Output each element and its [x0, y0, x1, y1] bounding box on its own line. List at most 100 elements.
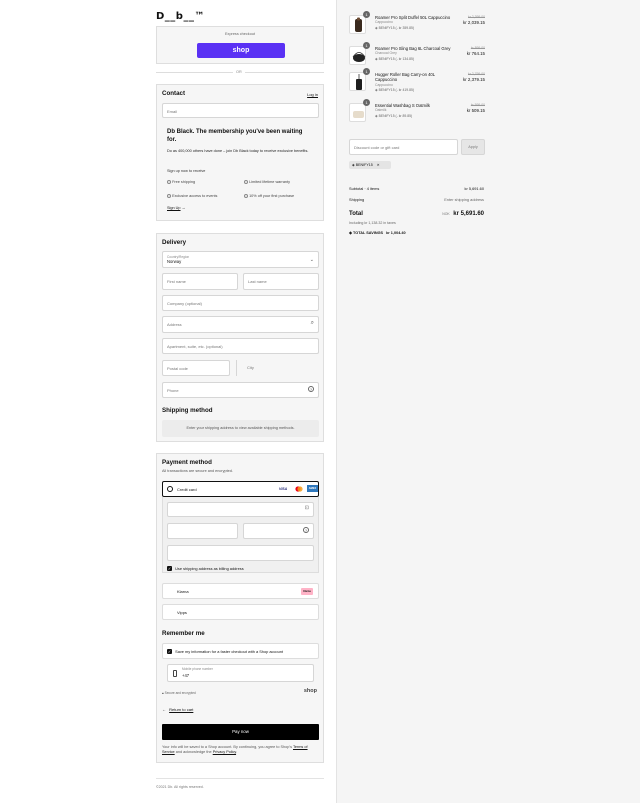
secure-label: Secure and encrypted — [164, 691, 196, 695]
shop-logo: shop — [303, 688, 317, 694]
quantity-badge: 1 — [363, 99, 370, 106]
vipps-label: Vipps — [177, 610, 187, 615]
arrow-right-icon: → — [181, 206, 186, 210]
phone-label: Mobile phone number — [182, 667, 213, 671]
phone-field[interactable]: Phone ? — [162, 382, 319, 398]
first-name-placeholder: First name — [167, 279, 186, 284]
product-name: Hugger Roller Bag Carry-on 40L Cappuccin… — [375, 72, 435, 83]
benefit-events: Exclusive access to events — [167, 194, 217, 198]
brand-logo[interactable]: D__b__™ — [156, 11, 205, 22]
credit-card-option[interactable]: Credit card VISA AMEX — [162, 481, 319, 497]
card-number-field[interactable]: ⊡ — [167, 502, 314, 517]
apartment-field[interactable]: Apartment, suite, etc. (optional) — [162, 338, 319, 354]
payment-subtitle: All transactions are secure and encrypte… — [162, 469, 233, 473]
first-name-field[interactable]: First name — [162, 273, 238, 290]
company-field[interactable]: Company (optional) — [162, 295, 319, 311]
help-icon[interactable]: ? — [303, 527, 309, 533]
product-discount: ◈ BENIFY15 (- kr 359.85) — [375, 26, 453, 31]
radio-selected-icon — [167, 486, 173, 492]
express-checkout: Express checkout shop — [156, 26, 324, 64]
city-field[interactable]: City — [236, 360, 319, 376]
contact-title: Contact — [162, 90, 186, 97]
total-label: Total — [349, 211, 363, 217]
return-to-cart-link[interactable]: ← Return to cart — [162, 707, 193, 712]
quantity-badge: 1 — [363, 68, 370, 75]
product-info: Roamer Pro Split Duffel 50L Cappuccino C… — [375, 15, 453, 31]
benefit-discount: 10% off your first purchase — [244, 194, 294, 198]
sale-price: kr 764.15 — [466, 51, 485, 56]
payment-title: Payment method — [162, 459, 212, 466]
last-name-field[interactable]: Last name — [243, 273, 319, 290]
postal-placeholder: Postal code — [167, 366, 188, 371]
vipps-option[interactable]: Vipps — [162, 604, 319, 620]
check-circle-icon — [244, 194, 248, 198]
sale-price: kr 2,379.15 — [463, 77, 485, 82]
billing-same-checkbox[interactable]: ✓ Use shipping address as billing addres… — [167, 566, 244, 572]
mobile-phone-field[interactable]: Mobile phone number +47 — [167, 664, 314, 682]
shipping-notice-text: Enter your shipping address to view avai… — [186, 426, 295, 430]
checkbox-checked-icon: ✓ — [167, 566, 172, 572]
apply-button[interactable]: Apply — [461, 139, 485, 155]
postal-code-field[interactable]: Postal code — [162, 360, 230, 376]
email-field[interactable]: Email — [162, 103, 319, 118]
klarna-label: Klarna — [177, 589, 189, 594]
help-icon[interactable]: ? — [308, 386, 314, 392]
discount-label: BENIFY15 (- kr 419.85) — [378, 88, 414, 93]
signup-link[interactable]: Sign Up → — [167, 206, 185, 210]
original-price: kr 599.00 — [470, 103, 485, 107]
membership-title: Db Black. The membership you've been wai… — [167, 129, 303, 143]
payment-section: Payment method All transactions are secu… — [156, 453, 324, 763]
terms-pre: Your info will be saved to a Shop accoun… — [162, 745, 292, 749]
address-field[interactable]: Address ⌕ — [162, 316, 319, 333]
klarna-option[interactable]: Klarna Klarna — [162, 583, 319, 599]
shop-pay-button[interactable]: shop — [197, 43, 285, 58]
pay-now-button[interactable]: Pay now — [162, 724, 319, 740]
shipping-method-title: Shipping method — [162, 407, 213, 414]
return-label: Return to cart — [169, 707, 194, 712]
taxes-note: Including kr 1,138.32 in taxes — [349, 221, 396, 225]
shipping-notice: Enter your shipping address to view avai… — [162, 420, 319, 437]
name-on-card-field[interactable] — [167, 545, 314, 561]
or-label: OR — [233, 70, 245, 74]
benefit-label: Free shipping — [172, 180, 196, 184]
shipping-value: Enter shipping address — [444, 197, 484, 202]
benefit-label: Exclusive access to events — [172, 194, 218, 198]
expiry-field[interactable] — [167, 523, 238, 539]
amex-icon: AMEX — [307, 485, 318, 492]
check-circle-icon — [167, 194, 171, 198]
security-code-field[interactable]: ? — [243, 523, 314, 539]
subtotal-value: kr 5,691.60 — [464, 186, 484, 191]
quantity-badge: 1 — [363, 42, 370, 49]
cart-item: 1 Essential Washbag S Oatmilk Oatmilk ◈ … — [349, 99, 486, 125]
address-placeholder: Address — [167, 322, 182, 327]
benefit-warranty: Limited lifetime warranty — [244, 180, 290, 184]
tag-icon: ◈ — [349, 231, 352, 235]
contact-section: Contact Log in Email Db Black. The membe… — [156, 84, 324, 221]
discount-label: BENIFY15 (- kr 359.85) — [378, 25, 414, 30]
login-link[interactable]: Log in — [307, 92, 318, 97]
privacy-policy-link[interactable]: Privacy Policy — [213, 750, 236, 754]
product-thumbnail — [349, 15, 366, 34]
lock-icon: ⊡ — [304, 505, 309, 511]
terms-mid: and acknowledge the — [175, 750, 212, 755]
sale-price: kr 2,039.15 — [463, 20, 485, 25]
copyright: ©2021 Db. All rights reserved. — [156, 785, 204, 789]
signup-link-label: Sign Up — [167, 206, 181, 210]
cart-item: 1 Hugger Roller Bag Carry-on 40L Cappucc… — [349, 68, 486, 94]
chevron-down-icon: ⌄ — [309, 257, 314, 263]
applied-code-label: BENIFY15 — [355, 163, 373, 167]
discount-label: BENIFY15 (- kr 89.85) — [378, 113, 413, 118]
save-info-label: Save my information for a faster checkou… — [175, 649, 284, 655]
signup-prompt: Sign up now to receive — [167, 169, 206, 173]
country-select[interactable]: Country/Region Norway ⌄ — [162, 251, 319, 268]
benefit-label: 10% off your first purchase — [249, 194, 295, 198]
save-info-checkbox[interactable]: ✓ Save my information for a faster check… — [162, 643, 319, 659]
quantity-badge: 1 — [363, 11, 370, 18]
close-icon[interactable]: ✕ — [377, 163, 380, 167]
search-icon: ⌕ — [310, 320, 314, 326]
check-circle-icon — [244, 180, 248, 184]
company-placeholder: Company (optional) — [167, 301, 202, 306]
phone-value: +47 — [182, 673, 190, 678]
discount-code-field[interactable]: Discount code or gift card — [349, 139, 458, 155]
footer-divider — [156, 778, 324, 779]
